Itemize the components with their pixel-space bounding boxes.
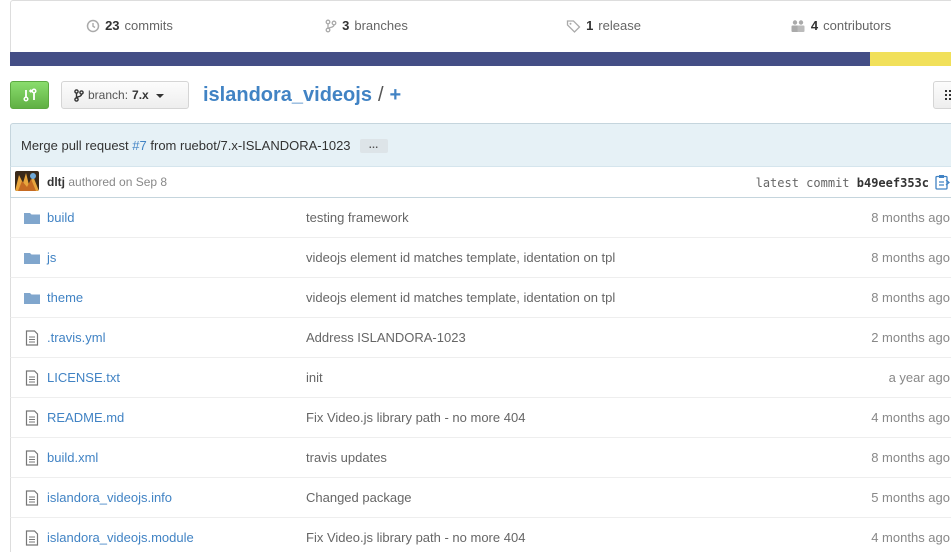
avatar[interactable]: [15, 171, 39, 191]
commit-message-suffix: from ruebot/7.x-ISLANDORA-1023: [150, 138, 351, 153]
branches-label: branches: [354, 18, 408, 33]
file-name-link[interactable]: build: [47, 210, 74, 225]
commits-label: commits: [124, 18, 173, 33]
file-name-link[interactable]: theme: [47, 290, 83, 305]
pull-request-link[interactable]: #7: [132, 138, 146, 153]
new-file-link[interactable]: +: [390, 82, 402, 108]
file-age: 8 months ago: [871, 290, 950, 305]
file-list: build testing framework 8 months ago js vide…: [10, 198, 951, 552]
file-commit-message-link[interactable]: Fix Video.js library path - no more 404: [306, 410, 525, 425]
file-commit-message-link[interactable]: videojs element id matches template, ide…: [306, 250, 615, 265]
latest-commit-label: latest commit: [755, 176, 850, 190]
clipboard-icon[interactable]: [934, 174, 950, 190]
file-text-icon: [24, 450, 40, 466]
authored-date: authored on Sep 8: [68, 175, 168, 189]
contributors-label: contributors: [823, 18, 892, 33]
author-name-link[interactable]: dltj: [47, 175, 65, 189]
file-name-link[interactable]: islandora_videojs.module: [47, 530, 194, 545]
file-text-icon: [24, 530, 40, 546]
file-commit-message-link[interactable]: init: [306, 370, 323, 385]
contributors-count: 4: [810, 18, 819, 33]
repo-stats-bar: 23 commits 3 branches 1 release 4 contri…: [10, 0, 951, 52]
file-age: 8 months ago: [871, 210, 950, 225]
branch-selector-button[interactable]: branch: 7.x: [61, 81, 189, 109]
file-name-link[interactable]: .travis.yml: [47, 330, 106, 345]
branch-icon: [74, 88, 84, 102]
branch-prefix: branch:: [88, 88, 129, 102]
file-commit-message-link[interactable]: Fix Video.js library path - no more 404: [306, 530, 525, 545]
file-age: 2 months ago: [871, 330, 950, 345]
file-commit-message-link[interactable]: videojs element id matches template, ide…: [306, 290, 615, 305]
file-text-icon: [24, 490, 40, 506]
breadcrumb: islandora_videojs / +: [203, 82, 401, 108]
file-name-link[interactable]: islandora_videojs.info: [47, 490, 172, 505]
file-commit-message-link[interactable]: travis updates: [306, 450, 387, 465]
chevron-down-icon: [155, 94, 164, 98]
file-age: 4 months ago: [871, 410, 950, 425]
file-commit-message-link[interactable]: Address ISLANDORA-1023: [306, 330, 466, 345]
branches-count: 3: [342, 18, 350, 33]
file-name-link[interactable]: LICENSE.txt: [47, 370, 120, 385]
file-age: 4 months ago: [871, 530, 950, 545]
file-age: a year ago: [888, 370, 950, 385]
folder-icon: [24, 250, 40, 266]
file-age: 5 months ago: [871, 490, 950, 505]
file-name-link[interactable]: build.xml: [47, 450, 98, 465]
breadcrumb-separator: /: [377, 84, 384, 106]
latest-commit: latest commit b49eef353c: [756, 176, 929, 190]
file-age: 8 months ago: [871, 250, 950, 265]
file-name-link[interactable]: js: [47, 250, 56, 265]
commit-meta: dltj authored on Sep 8 latest commit b49…: [10, 166, 951, 198]
branch-icon: [325, 19, 337, 32]
commits-count: 23: [105, 18, 120, 33]
releases-link[interactable]: 1 release: [485, 1, 722, 52]
tag-icon: [566, 19, 581, 33]
folder-icon: [24, 210, 40, 226]
file-commit-message-link[interactable]: testing framework: [306, 210, 409, 225]
folder-icon: [24, 290, 40, 306]
commit-message: Merge pull request #7 from ruebot/7.x-IS…: [21, 138, 388, 153]
releases-label: release: [598, 18, 641, 33]
file-row: build.xml travis updates 8 months ago: [10, 438, 951, 478]
file-row: .travis.yml Address ISLANDORA-1023 2 month…: [10, 318, 951, 358]
branch-name: 7.x: [132, 88, 149, 102]
releases-count: 1: [586, 18, 594, 33]
organization-icon: [791, 19, 805, 32]
language-segment-primary[interactable]: [10, 52, 870, 66]
compare-button[interactable]: [10, 81, 49, 109]
commits-link[interactable]: 23 commits: [11, 1, 248, 52]
file-row: islandora_videojs.info Changed package 5 m…: [10, 478, 951, 518]
commit-sha-link[interactable]: b49eef353c: [857, 176, 929, 190]
file-age: 8 months ago: [871, 450, 950, 465]
list-icon: [945, 90, 951, 100]
file-row: build testing framework 8 months ago: [10, 198, 951, 238]
contributors-link[interactable]: 4 contributors: [722, 1, 951, 52]
repo-name-link[interactable]: islandora_videojs: [203, 82, 372, 108]
language-segment-secondary[interactable]: [870, 52, 951, 66]
file-row: theme videojs element id matches template…: [10, 278, 951, 318]
file-text-icon: [24, 410, 40, 426]
file-text-icon: [24, 330, 40, 346]
file-row: README.md Fix Video.js library path - no …: [10, 398, 951, 438]
history-icon: [86, 19, 100, 32]
file-row: islandora_videojs.module Fix Video.js lib…: [10, 518, 951, 552]
language-bar[interactable]: [10, 52, 951, 66]
commit-tease: Merge pull request #7 from ruebot/7.x-IS…: [10, 123, 951, 166]
file-row: js videojs element id matches template, i…: [10, 238, 951, 278]
file-navigation: branch: 7.x islandora_videojs / +: [10, 80, 951, 110]
expand-commit-message-button[interactable]: …: [359, 138, 388, 153]
file-text-icon: [24, 370, 40, 386]
compare-icon: [22, 88, 37, 102]
file-commit-message-link[interactable]: Changed package: [306, 490, 412, 505]
file-row: LICENSE.txt init a year ago: [10, 358, 951, 398]
branches-link[interactable]: 3 branches: [248, 1, 485, 52]
commit-author: dltj authored on Sep 8: [47, 175, 167, 189]
list-view-button[interactable]: [933, 81, 951, 109]
commit-message-prefix: Merge pull request: [21, 138, 129, 153]
file-name-link[interactable]: README.md: [47, 410, 124, 425]
